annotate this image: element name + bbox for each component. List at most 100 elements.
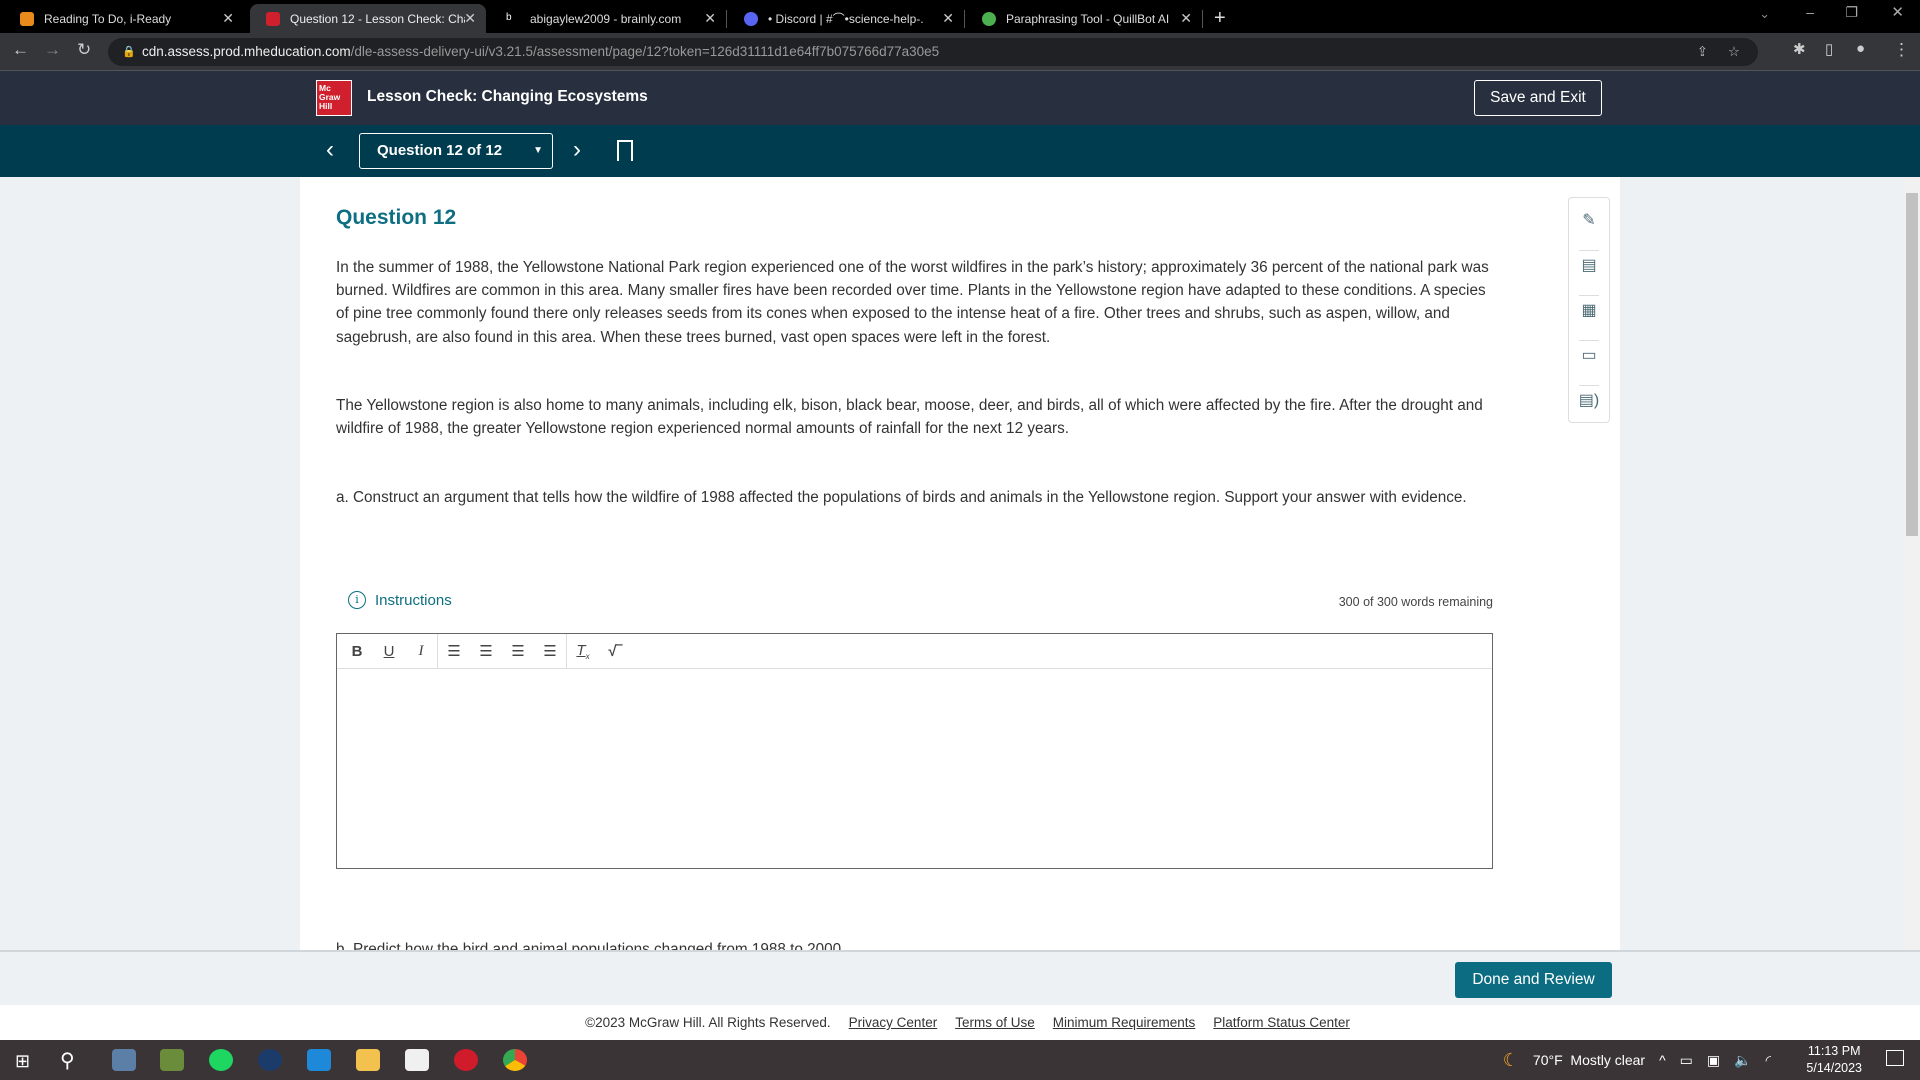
browser-tab[interactable]: Reading To Do, i-Ready ✕ xyxy=(4,4,244,33)
italic-icon[interactable]: I xyxy=(405,643,437,660)
minimum-requirements-link[interactable]: Minimum Requirements xyxy=(1053,1015,1196,1030)
app-header xyxy=(0,70,1920,125)
mail-icon[interactable] xyxy=(307,1049,331,1071)
restore-icon[interactable]: ❐ xyxy=(1845,4,1858,21)
scrollbar-thumb[interactable] xyxy=(1906,193,1918,536)
time: 11:13 PM xyxy=(1807,1044,1861,1058)
share-icon[interactable]: ⇪ xyxy=(1697,38,1708,66)
new-tab-button[interactable]: + xyxy=(1210,4,1240,33)
forward-icon[interactable]: → xyxy=(44,40,61,60)
instructions-link[interactable]: i Instructions xyxy=(348,591,452,609)
calculator-app-icon[interactable] xyxy=(112,1049,136,1071)
highlighter-icon[interactable]: ✎ xyxy=(1569,198,1609,243)
video-app-icon[interactable] xyxy=(454,1049,478,1071)
profile-avatar[interactable]: ● xyxy=(1856,40,1865,57)
weather-text[interactable]: 70°F Mostly clear xyxy=(1533,1052,1645,1068)
words-remaining: 300 of 300 words remaining xyxy=(1338,595,1493,609)
spotify-icon[interactable] xyxy=(209,1049,233,1071)
calculator-icon[interactable]: ▦ xyxy=(1569,288,1609,333)
back-icon[interactable]: ← xyxy=(12,40,29,60)
steam-icon[interactable] xyxy=(258,1049,282,1071)
minimize-icon[interactable]: – xyxy=(1806,4,1814,20)
tray-chevron-icon[interactable]: ^ xyxy=(1659,1052,1666,1068)
tab-title: Paraphrasing Tool - QuillBot AI xyxy=(1006,11,1170,26)
terms-of-use-link[interactable]: Terms of Use xyxy=(955,1015,1035,1030)
instructions-label: Instructions xyxy=(375,591,452,609)
align-right-icon[interactable]: ☰ xyxy=(502,642,534,660)
bottom-bar xyxy=(0,950,1920,1005)
clear-format-icon[interactable]: Tx xyxy=(567,642,599,661)
align-left-icon[interactable]: ☰ xyxy=(438,642,470,660)
question-nav-bar xyxy=(0,125,1920,177)
tab-title: abigaylew2009 - brainly.com xyxy=(530,11,682,26)
notifications-icon[interactable] xyxy=(1886,1050,1904,1066)
tab-search-icon[interactable]: ⌄ xyxy=(1759,6,1770,22)
platform-status-link[interactable]: Platform Status Center xyxy=(1213,1015,1350,1030)
side-panel-icon[interactable]: ▯ xyxy=(1825,40,1833,58)
bookmark-icon[interactable] xyxy=(617,140,633,161)
previous-question-icon[interactable]: ‹ xyxy=(326,136,334,164)
close-tab-icon[interactable]: ✕ xyxy=(1180,10,1192,27)
question-prompt-b: b. Predict how the bird and animal popul… xyxy=(336,942,845,950)
url-domain: cdn.assess.prod.mheducation.com xyxy=(142,44,351,59)
date: 5/14/2023 xyxy=(1806,1061,1862,1075)
search-icon[interactable]: ⚲ xyxy=(60,1048,75,1073)
tab-title: • Discord | #⌒•science-help-. xyxy=(768,12,924,26)
clock[interactable]: 11:13 PM 5/14/2023 xyxy=(1806,1043,1862,1077)
math-icon[interactable]: √‾ xyxy=(599,643,631,660)
tools-panel: ✎ ▤ ▦ ▭ ▤) xyxy=(1568,197,1610,423)
page-footer: ©2023 McGraw Hill. All Rights Reserved. … xyxy=(0,1005,1920,1040)
question-paragraph: In the summer of 1988, the Yellowstone N… xyxy=(336,259,1489,346)
reload-icon[interactable]: ↻ xyxy=(77,40,91,60)
menu-icon[interactable]: ⋮ xyxy=(1893,40,1910,60)
extensions-icon[interactable]: ✱ xyxy=(1793,40,1806,58)
browser-tab[interactable]: Paraphrasing Tool - QuillBot AI ✕ xyxy=(966,4,1203,33)
justify-icon[interactable]: ☰ xyxy=(534,642,566,660)
next-question-icon[interactable]: › xyxy=(573,136,581,164)
underline-icon[interactable]: U xyxy=(373,643,405,660)
bold-icon[interactable]: B xyxy=(341,643,373,660)
file-explorer-icon[interactable] xyxy=(356,1049,380,1071)
mcgrawhill-favicon-icon xyxy=(266,11,280,26)
notepad-icon[interactable]: ▤ xyxy=(1569,243,1609,288)
discord-favicon-icon xyxy=(744,11,758,26)
close-window-icon[interactable]: ✕ xyxy=(1891,3,1904,21)
editor-toolbar: B U I ☰ ☰ ☰ ☰ Tx √‾ xyxy=(337,634,1492,669)
store-icon[interactable] xyxy=(405,1049,429,1071)
close-tab-icon[interactable]: ✕ xyxy=(464,10,476,27)
volume-icon[interactable]: 🔈 xyxy=(1734,1052,1751,1069)
tab-title: Reading To Do, i-Ready xyxy=(44,11,172,26)
quillbot-favicon-icon xyxy=(982,11,996,26)
question-select[interactable]: Question 12 of 12 ▼ xyxy=(359,133,553,169)
caret-down-icon: ▼ xyxy=(533,145,543,156)
question-prompt-a: a. Construct an argument that tells how … xyxy=(336,489,1467,506)
close-tab-icon[interactable]: ✕ xyxy=(942,10,954,27)
answer-textarea[interactable] xyxy=(337,669,1492,868)
privacy-center-link[interactable]: Privacy Center xyxy=(849,1015,938,1030)
align-center-icon[interactable]: ☰ xyxy=(470,642,502,660)
url-input[interactable]: 🔒 cdn.assess.prod.mheducation.com/dle-ass… xyxy=(108,38,1758,66)
battery-icon[interactable]: ▭ xyxy=(1680,1052,1693,1069)
weather-icon: ☾ xyxy=(1502,1049,1519,1070)
browser-tab-active[interactable]: Question 12 - Lesson Check: Cha ✕ xyxy=(250,4,486,33)
question-paragraph: The Yellowstone region is also home to m… xyxy=(336,397,1483,438)
bookmark-star-icon[interactable]: ☆ xyxy=(1728,38,1740,66)
close-tab-icon[interactable]: ✕ xyxy=(704,10,716,27)
browser-tab[interactable]: b abigaylew2009 - brainly.com ✕ xyxy=(490,4,727,33)
url-path: /dle-assess-delivery-ui/v3.21.5/assessme… xyxy=(350,44,940,59)
answer-editor: B U I ☰ ☰ ☰ ☰ Tx √‾ xyxy=(336,633,1493,869)
question-select-label: Question 12 of 12 xyxy=(377,142,503,159)
question-title: Question 12 xyxy=(336,206,457,229)
windows-start-icon[interactable]: ⊞ xyxy=(15,1051,30,1072)
text-to-speech-icon[interactable]: ▤) xyxy=(1569,378,1609,423)
chrome-icon[interactable] xyxy=(503,1049,527,1071)
network-app-icon[interactable]: ▣ xyxy=(1707,1052,1720,1069)
minecraft-icon[interactable] xyxy=(160,1049,184,1071)
iready-favicon-icon xyxy=(20,11,34,26)
wifi-icon[interactable]: ◜ xyxy=(1766,1052,1771,1069)
done-and-review-button[interactable]: Done and Review xyxy=(1455,962,1612,998)
browser-tab[interactable]: • Discord | #⌒•science-help-. ✕ xyxy=(728,4,965,33)
close-tab-icon[interactable]: ✕ xyxy=(222,10,234,27)
line-reader-icon[interactable]: ▭ xyxy=(1569,333,1609,378)
save-and-exit-button[interactable]: Save and Exit xyxy=(1474,80,1602,116)
